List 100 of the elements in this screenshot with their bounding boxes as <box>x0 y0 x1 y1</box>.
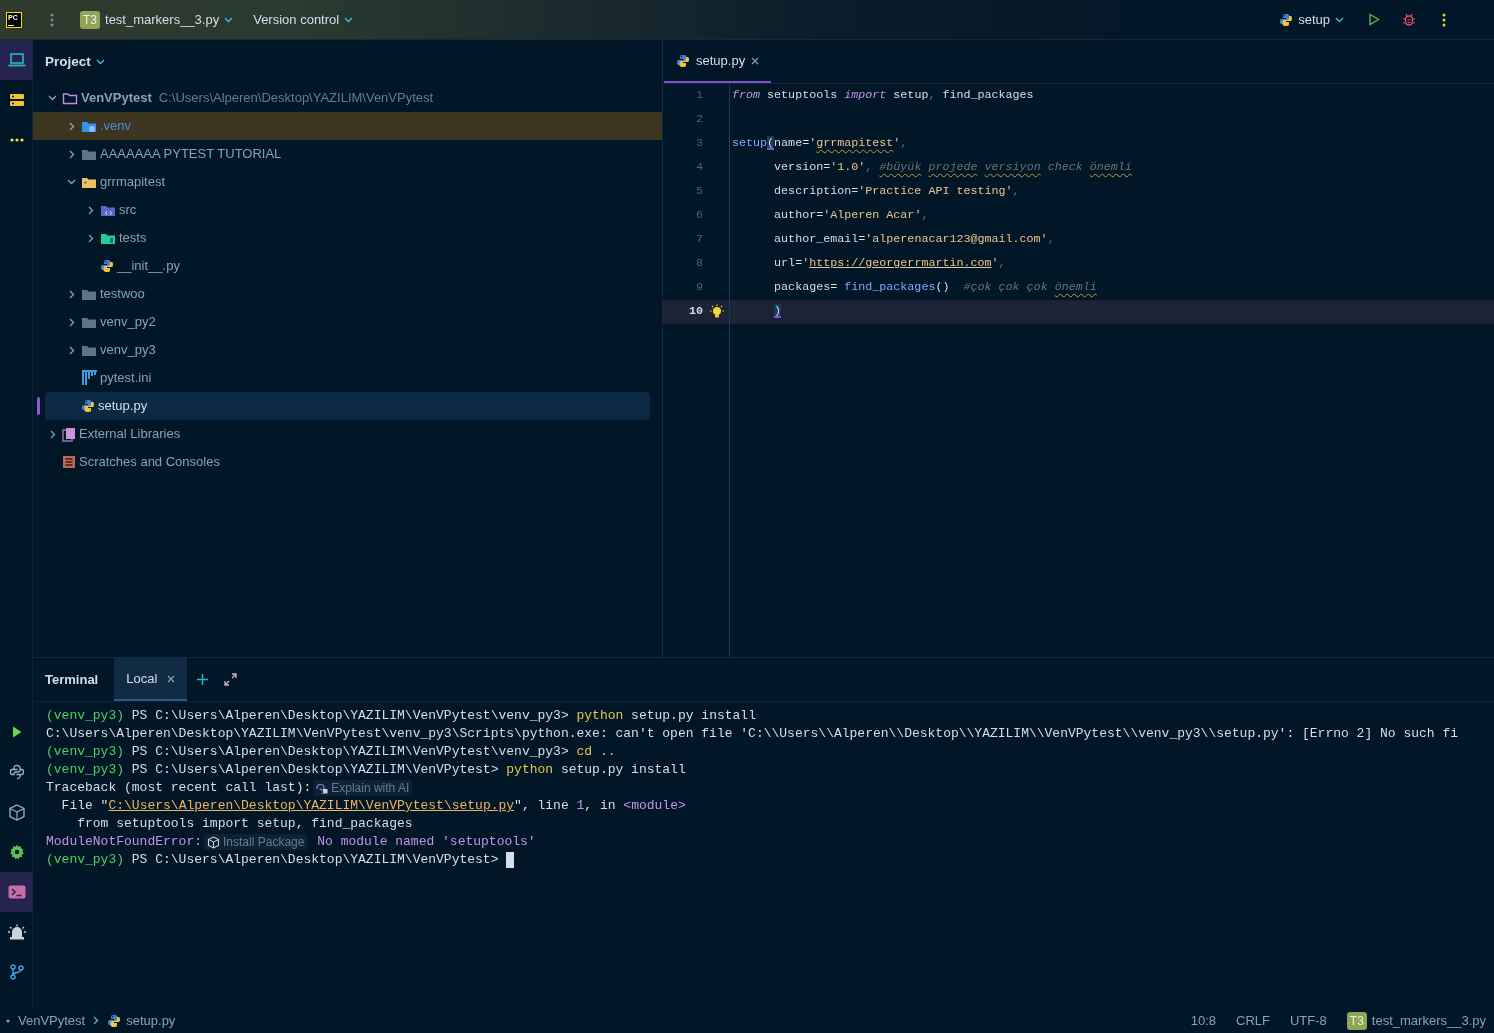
project-badge: T3 <box>80 10 100 29</box>
code-line: description='Practice API testing', <box>773 183 1021 201</box>
tree-item[interactable]: pytest.ini <box>100 368 152 388</box>
chevron-right-icon[interactable] <box>68 149 75 159</box>
python-icon <box>676 53 690 68</box>
menu-icon[interactable] <box>50 12 54 27</box>
tree-item[interactable]: venv_py2 <box>100 312 156 332</box>
terminal-text: File "C:\Users\Alperen\Desktop\YAZILIM\VenVPytest\setup.py", line 1, in <module> <box>60 797 686 816</box>
folder-icon <box>62 91 78 105</box>
folder-icon <box>81 119 97 133</box>
run-config-selector[interactable]: setup <box>1273 7 1350 32</box>
line-number: 1 <box>695 87 703 105</box>
folder-icon <box>81 287 97 301</box>
play-icon <box>11 726 22 738</box>
python-icon <box>81 399 95 413</box>
terminal-text: ModuleNotFoundError: <box>46 833 203 852</box>
terminal-text: from setuptools import setup, find_packages <box>76 815 413 834</box>
tree-item[interactable]: .venv <box>100 116 132 136</box>
chevron-right-icon <box>93 1016 100 1025</box>
python-icon <box>100 259 114 273</box>
dot-icon <box>6 1018 10 1023</box>
tree-item[interactable]: Scratches and Consoles <box>79 452 220 472</box>
tree-item[interactable]: setup.py <box>98 396 148 416</box>
folder-icon <box>81 343 97 357</box>
panel-title: Terminal <box>45 670 100 689</box>
tree-item[interactable]: AAAAAAA PYTEST TUTORIAL <box>100 144 282 164</box>
tree-item[interactable]: src <box>119 200 137 220</box>
folder-icon <box>81 147 97 161</box>
branch-icon <box>9 964 24 980</box>
code-line: packages= find_packages() #çok çok çok önemli <box>773 279 1098 297</box>
chevron-right-icon[interactable] <box>87 233 94 243</box>
chevron-down-icon <box>95 59 105 65</box>
install-package-button[interactable]: Install Package <box>204 834 308 850</box>
terminal-text: No module named 'setuptools' <box>316 833 536 852</box>
code-line: url='https://georgerrmartin.com', <box>773 255 1007 273</box>
chevron-down-icon[interactable] <box>48 95 57 101</box>
chevron-right-icon[interactable] <box>68 345 75 355</box>
terminal-icon <box>7 885 26 899</box>
chevron-down-icon[interactable] <box>67 179 76 185</box>
chevron-down-icon <box>224 16 234 23</box>
folder-icon <box>100 203 116 217</box>
line-number: 10 <box>687 303 703 321</box>
python-outline-icon <box>8 764 25 780</box>
tree-item[interactable]: External Libraries <box>79 424 181 444</box>
breadcrumb[interactable]: setup.py <box>105 1010 178 1031</box>
terminal-text: (venv_py3) PS C:\Users\Alperen\Desktop\YAZILIM\VenVPytest\venv_py3> cd .. <box>46 743 616 762</box>
tree-item[interactable]: VenVPytest <box>81 88 152 108</box>
line-number: 7 <box>695 231 703 249</box>
python-icon <box>1279 12 1294 27</box>
project-badge: T3 <box>1346 1011 1367 1030</box>
file-encoding[interactable]: UTF-8 <box>1282 1010 1334 1031</box>
chevron-right-icon[interactable] <box>68 289 75 299</box>
bug-icon <box>1402 12 1416 27</box>
tree-item[interactable]: venv_py3 <box>100 340 156 360</box>
close-icon[interactable] <box>167 674 176 683</box>
line-number: 8 <box>695 255 703 273</box>
project-status-widget[interactable]: T3 test_markers__3.py <box>1339 1010 1486 1031</box>
caret-position[interactable]: 10:8 <box>1183 1010 1223 1031</box>
chevron-right-icon[interactable] <box>68 317 75 327</box>
code-line: version='1.0', #büyük projede versiyon check önemli <box>773 159 1133 177</box>
terminal-text: C:\Users\Alperen\Desktop\YAZILIM\VenVPytest\venv_py3\Scripts\python.exe: can't open file 'C:\\Users\\Alperen\\Desktop\\YAZILIM\\VenVPytest\\venv_py3\\setup.py': [Errno 2] No such fi <box>46 725 1459 744</box>
panel-title-dropdown[interactable]: Project <box>45 51 105 73</box>
books-icon <box>62 426 76 442</box>
laptop-icon <box>7 53 26 67</box>
terminal-tab[interactable]: Local <box>114 658 188 701</box>
project-path: C:\Users\Alperen\Desktop\YAZILIM\VenVPytest <box>158 89 434 108</box>
tree-item[interactable]: tests <box>119 228 147 248</box>
package-icon <box>7 803 26 821</box>
gear-icon <box>8 844 25 860</box>
plus-icon <box>197 674 209 685</box>
chevron-right-icon[interactable] <box>49 429 56 439</box>
close-icon[interactable] <box>751 56 760 65</box>
chevron-right-icon[interactable] <box>87 205 94 215</box>
terminal-text: (venv_py3) PS C:\Users\Alperen\Desktop\YAZILIM\VenVPytest> <box>46 851 500 870</box>
more-icon[interactable] <box>1442 12 1446 27</box>
line-number: 2 <box>695 111 703 129</box>
explain-with-ai-button[interactable]: Explain with AI <box>313 780 413 796</box>
tree-item[interactable]: testwoo <box>100 284 145 304</box>
line-number: 6 <box>695 207 703 225</box>
tree-item[interactable]: grrmapitest <box>100 172 166 192</box>
chevron-right-icon[interactable] <box>68 121 75 131</box>
editor-tab[interactable]: setup.py <box>664 40 772 83</box>
pipes-icon <box>81 370 97 386</box>
chevron-down-icon <box>344 16 354 23</box>
version-control-menu[interactable]: Version control <box>247 7 360 32</box>
breadcrumb[interactable]: VenVPytest <box>16 1010 88 1031</box>
tree-item[interactable]: __init__.py <box>117 256 180 276</box>
folder-icon <box>81 315 97 329</box>
project-menu[interactable]: T3 test_markers__3.py <box>74 7 240 32</box>
spiral-icon <box>316 782 329 794</box>
chevron-down-icon <box>1335 16 1344 23</box>
line-number: 4 <box>695 159 703 177</box>
lightbulb-icon[interactable] <box>709 304 725 320</box>
line-separator[interactable]: CRLF <box>1229 1010 1277 1031</box>
package-icon <box>207 835 221 849</box>
code-line: from setuptools import setup, find_packages <box>731 87 1035 105</box>
terminal-text: Traceback (most recent call last): <box>46 779 312 798</box>
notepad-icon <box>62 455 76 469</box>
python-icon <box>107 1013 122 1028</box>
play-icon <box>1368 13 1380 26</box>
